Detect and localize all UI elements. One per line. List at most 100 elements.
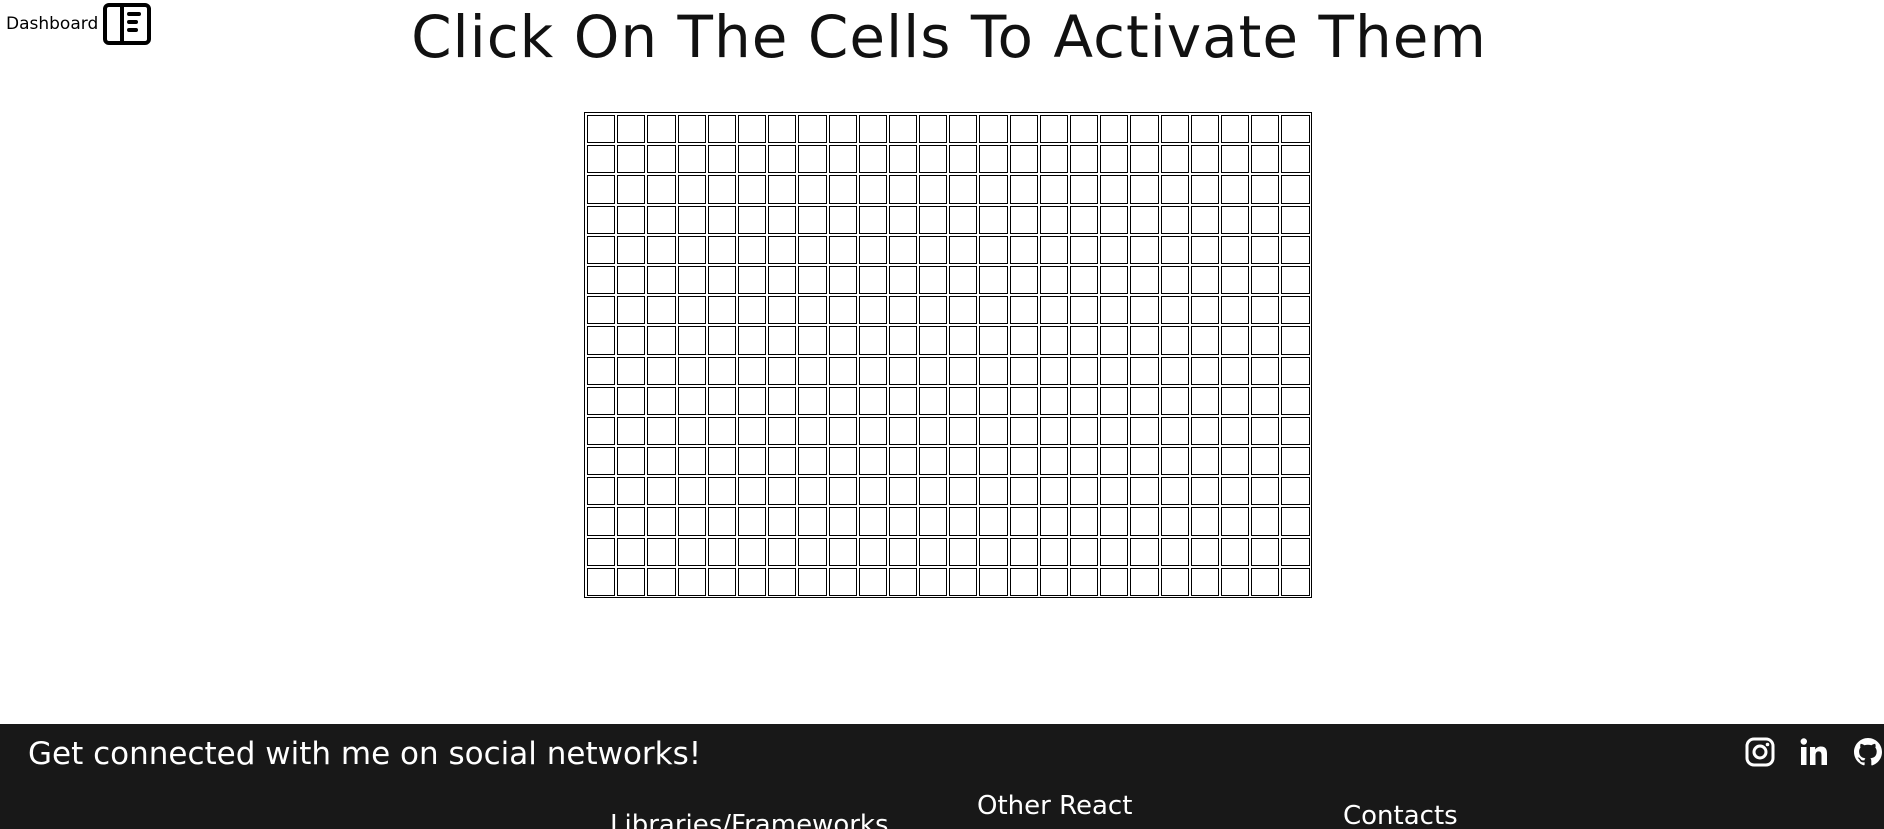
grid-cell[interactable] [1220,175,1250,204]
grid-cell[interactable] [1220,356,1250,385]
grid-cell[interactable] [737,507,767,536]
grid-cell[interactable] [768,537,797,566]
grid-cell[interactable] [737,235,767,264]
grid-cell[interactable] [587,386,616,415]
grid-cell[interactable] [858,115,887,144]
grid-cell[interactable] [737,326,767,355]
grid-cell[interactable] [1039,326,1068,355]
grid-cell[interactable] [1009,356,1038,385]
grid-cell[interactable] [979,265,1008,295]
grid-cell[interactable] [707,356,736,385]
grid-cell[interactable] [1009,477,1038,506]
grid-cell[interactable] [1190,235,1219,264]
grid-cell[interactable] [949,507,978,536]
grid-cell[interactable] [737,386,767,415]
grid-cell[interactable] [647,507,676,536]
grid-cell[interactable] [798,356,827,385]
grid-cell[interactable] [587,567,616,596]
grid-cell[interactable] [1220,537,1250,566]
grid-cell[interactable] [1190,537,1219,566]
grid-cell[interactable] [707,115,736,144]
grid-cell[interactable] [707,265,736,295]
grid-cell[interactable] [768,386,797,415]
grid-cell[interactable] [1190,567,1219,596]
grid-cell[interactable] [1039,235,1068,264]
grid-cell[interactable] [617,447,646,476]
grid-cell[interactable] [828,416,857,446]
grid-cell[interactable] [1251,265,1280,295]
grid-cell[interactable] [828,265,857,295]
grid-cell[interactable] [1130,326,1159,355]
grid-cell[interactable] [1100,416,1129,446]
grid-cell[interactable] [677,265,706,295]
grid-cell[interactable] [1130,145,1159,174]
grid-cell[interactable] [1281,416,1310,446]
grid-cell[interactable] [1160,145,1189,174]
grid-cell[interactable] [979,507,1008,536]
grid-cell[interactable] [888,205,918,234]
grid-cell[interactable] [1251,567,1280,596]
grid-cell[interactable] [1220,507,1250,536]
grid-cell[interactable] [858,416,887,446]
grid-cell[interactable] [647,175,676,204]
grid-cell[interactable] [707,416,736,446]
grid-cell[interactable] [949,386,978,415]
grid-cell[interactable] [768,115,797,144]
grid-cell[interactable] [798,205,827,234]
grid-cell[interactable] [979,175,1008,204]
grid-cell[interactable] [647,356,676,385]
grid-cell[interactable] [949,296,978,325]
grid-cell[interactable] [1160,175,1189,204]
grid-cell[interactable] [587,175,616,204]
grid-cell[interactable] [617,265,646,295]
grid-cell[interactable] [1190,356,1219,385]
grid-cell[interactable] [858,537,887,566]
grid-cell[interactable] [1220,447,1250,476]
grid-cell[interactable] [858,326,887,355]
grid-cell[interactable] [1100,477,1129,506]
grid-cell[interactable] [798,477,827,506]
grid-cell[interactable] [647,265,676,295]
grid-cell[interactable] [617,386,646,415]
grid-cell[interactable] [707,507,736,536]
grid-cell[interactable] [1130,416,1159,446]
grid-cell[interactable] [1190,447,1219,476]
grid-cell[interactable] [888,507,918,536]
grid-cell[interactable] [828,175,857,204]
grid-cell[interactable] [677,326,706,355]
grid-cell[interactable] [707,477,736,506]
grid-cell[interactable] [1009,115,1038,144]
grid-cell[interactable] [1070,567,1099,596]
grid-cell[interactable] [1070,205,1099,234]
grid-cell[interactable] [828,567,857,596]
grid-cell[interactable] [617,537,646,566]
grid-cell[interactable] [949,447,978,476]
grid-cell[interactable] [1070,235,1099,264]
grid-cell[interactable] [1281,567,1310,596]
grid-cell[interactable] [919,477,948,506]
grid-cell[interactable] [888,447,918,476]
grid-cell[interactable] [979,537,1008,566]
grid-cell[interactable] [858,265,887,295]
grid-cell[interactable] [647,477,676,506]
grid-cell[interactable] [1220,265,1250,295]
grid-cell[interactable] [858,567,887,596]
grid-cell[interactable] [828,145,857,174]
grid-cell[interactable] [677,477,706,506]
grid-cell[interactable] [1100,235,1129,264]
grid-cell[interactable] [617,326,646,355]
grid-cell[interactable] [707,205,736,234]
grid-cell[interactable] [979,326,1008,355]
grid-cell[interactable] [617,205,646,234]
grid-cell[interactable] [798,567,827,596]
grid-cell[interactable] [798,296,827,325]
grid-cell[interactable] [828,356,857,385]
grid-cell[interactable] [1281,205,1310,234]
grid-cell[interactable] [798,115,827,144]
grid-cell[interactable] [1009,296,1038,325]
grid-cell[interactable] [587,356,616,385]
grid-cell[interactable] [919,567,948,596]
grid-cell[interactable] [1190,386,1219,415]
grid-cell[interactable] [768,356,797,385]
grid-cell[interactable] [888,175,918,204]
